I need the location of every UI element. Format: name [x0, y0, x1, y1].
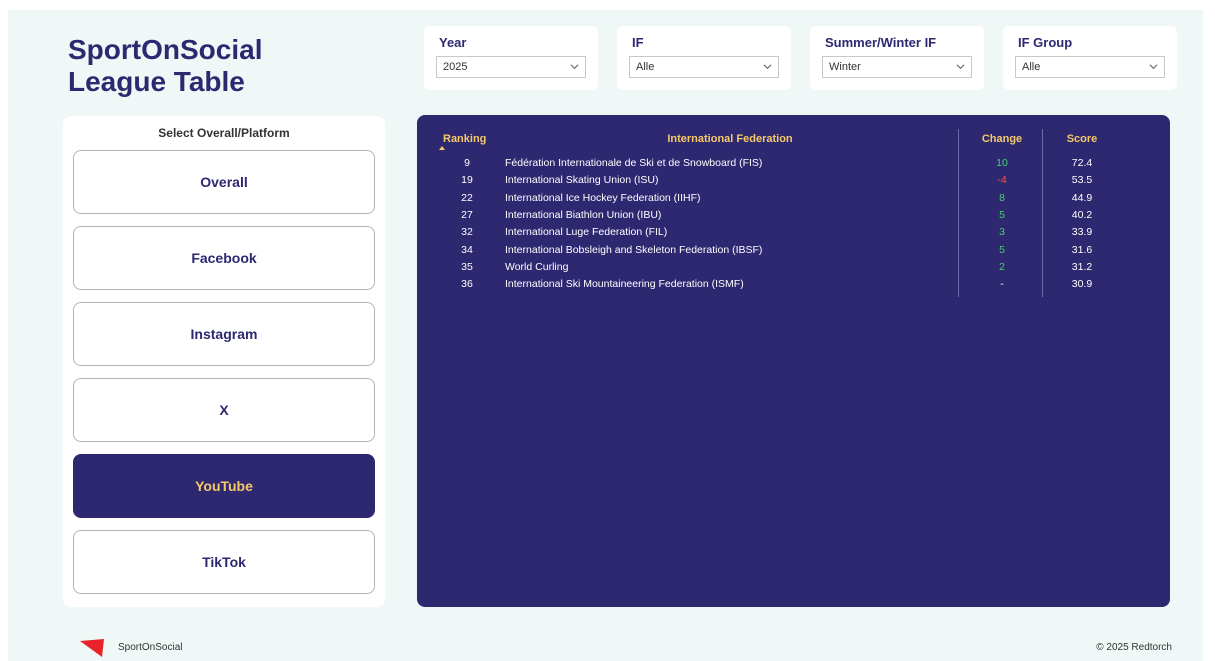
platform-button-facebook[interactable]: Facebook — [73, 226, 375, 290]
cell-score: 33.9 — [1071, 226, 1093, 239]
filter-summer-winter-select[interactable]: Winter — [822, 56, 972, 78]
cell-ranking: 36 — [461, 278, 473, 291]
filter-if-group-value: Alle — [1022, 61, 1041, 73]
filter-if-group-select[interactable]: Alle — [1015, 56, 1165, 78]
filter-if-value: Alle — [636, 61, 655, 73]
footer-brand: SportOnSocial — [118, 642, 183, 653]
cell-federation: International Bobsleigh and Skeleton Fed… — [505, 243, 763, 256]
cell-federation: International Luge Federation (FIL) — [505, 226, 668, 239]
cell-change: 5 — [999, 208, 1005, 221]
column-header-score[interactable]: Score — [1057, 133, 1107, 145]
chevron-down-icon — [956, 64, 965, 70]
chevron-down-icon — [763, 64, 772, 70]
platform-button-tiktok[interactable]: TikTok — [73, 530, 375, 594]
cell-federation: International Skating Union (ISU) — [505, 174, 659, 187]
table-row[interactable]: 27 International Biathlon Union (IBU) 5 40.… — [417, 209, 1170, 226]
cell-change: 5 — [999, 243, 1005, 256]
chevron-down-icon — [570, 64, 579, 70]
platform-button-label: X — [219, 402, 229, 418]
cell-ranking: 35 — [461, 260, 473, 273]
cell-score: 53.5 — [1071, 174, 1093, 187]
cell-score: 31.6 — [1071, 243, 1093, 256]
cell-federation: World Curling — [505, 260, 569, 273]
cell-score: 30.9 — [1071, 278, 1093, 291]
platform-button-label: TikTok — [202, 554, 246, 570]
filter-if-group-label: IF Group — [1018, 35, 1073, 50]
platform-button-instagram[interactable]: Instagram — [73, 302, 375, 366]
cell-score: 31.2 — [1071, 260, 1093, 273]
platform-panel: Select Overall/Platform Overall Facebook… — [63, 116, 385, 607]
league-table: Ranking International Federation Change … — [417, 115, 1170, 607]
cell-federation: International Ice Hockey Federation (IIH… — [505, 191, 701, 204]
filter-if-group: IF Group Alle — [1003, 26, 1177, 90]
cell-change: -4 — [997, 174, 1007, 187]
filter-if-label: IF — [632, 35, 644, 50]
platform-button-youtube[interactable]: YouTube — [73, 454, 375, 518]
table-row[interactable]: 36 International Ski Mountaineering Feder… — [417, 278, 1170, 295]
filter-if-select[interactable]: Alle — [629, 56, 779, 78]
table-row[interactable]: 9 Fédération Internationale de Ski et de … — [417, 157, 1170, 174]
platform-button-x[interactable]: X — [73, 378, 375, 442]
filter-summer-winter-label: Summer/Winter IF — [825, 35, 937, 50]
filter-year-label: Year — [439, 35, 467, 50]
cell-ranking: 19 — [461, 174, 473, 187]
column-header-ranking[interactable]: Ranking — [443, 133, 486, 145]
platform-button-label: Overall — [200, 174, 248, 190]
cell-score: 44.9 — [1071, 191, 1093, 204]
platform-button-label: Facebook — [191, 250, 257, 266]
cell-federation: Fédération Internationale de Ski et de S… — [505, 157, 763, 169]
table-row[interactable]: 19 International Skating Union (ISU) -4 53.… — [417, 174, 1170, 191]
filter-if: IF Alle — [617, 26, 791, 90]
column-header-change[interactable]: Change — [972, 133, 1032, 145]
column-header-federation[interactable]: International Federation — [505, 133, 955, 145]
cell-score: 40.2 — [1071, 208, 1093, 221]
cell-change: 2 — [999, 260, 1005, 273]
table-row[interactable]: 35 World Curling 2 31.2 — [417, 261, 1170, 278]
cell-federation: International Ski Mountaineering Federat… — [505, 278, 744, 291]
table-row[interactable]: 34 International Bobsleigh and Skeleton F… — [417, 244, 1170, 261]
cell-change: 3 — [999, 226, 1005, 239]
filter-summer-winter-value: Winter — [829, 61, 861, 73]
cell-score: 72.4 — [1071, 157, 1093, 169]
platform-panel-title: Select Overall/Platform — [158, 126, 290, 140]
sportonsocial-logo-icon — [80, 639, 104, 657]
cell-ranking: 32 — [461, 226, 473, 239]
filter-year: Year 2025 — [424, 26, 598, 90]
page-title-line1: SportOnSocial — [68, 34, 263, 65]
cell-change: 10 — [996, 157, 1008, 169]
table-row[interactable]: 22 International Ice Hockey Federation (I… — [417, 192, 1170, 209]
footer-copyright: © 2025 Redtorch — [1096, 642, 1172, 653]
page-title-line2: League Table — [68, 66, 245, 97]
sort-ascending-icon — [439, 146, 445, 150]
cell-change: 8 — [999, 191, 1005, 204]
cell-federation: International Biathlon Union (IBU) — [505, 208, 662, 221]
chevron-down-icon — [1149, 64, 1158, 70]
cell-ranking: 9 — [464, 157, 470, 169]
filter-year-select[interactable]: 2025 — [436, 56, 586, 78]
platform-button-overall[interactable]: Overall — [73, 150, 375, 214]
cell-ranking: 34 — [461, 243, 473, 256]
cell-change: - — [1000, 278, 1004, 291]
filter-year-value: 2025 — [443, 61, 468, 73]
cell-ranking: 22 — [461, 191, 473, 204]
filter-summer-winter: Summer/Winter IF Winter — [810, 26, 984, 90]
cell-ranking: 27 — [461, 208, 473, 221]
page-title: SportOnSocial League Table — [68, 34, 262, 98]
platform-button-label: YouTube — [195, 478, 253, 494]
platform-button-label: Instagram — [190, 326, 258, 342]
table-row[interactable]: 32 International Luge Federation (FIL) 3 33… — [417, 226, 1170, 243]
